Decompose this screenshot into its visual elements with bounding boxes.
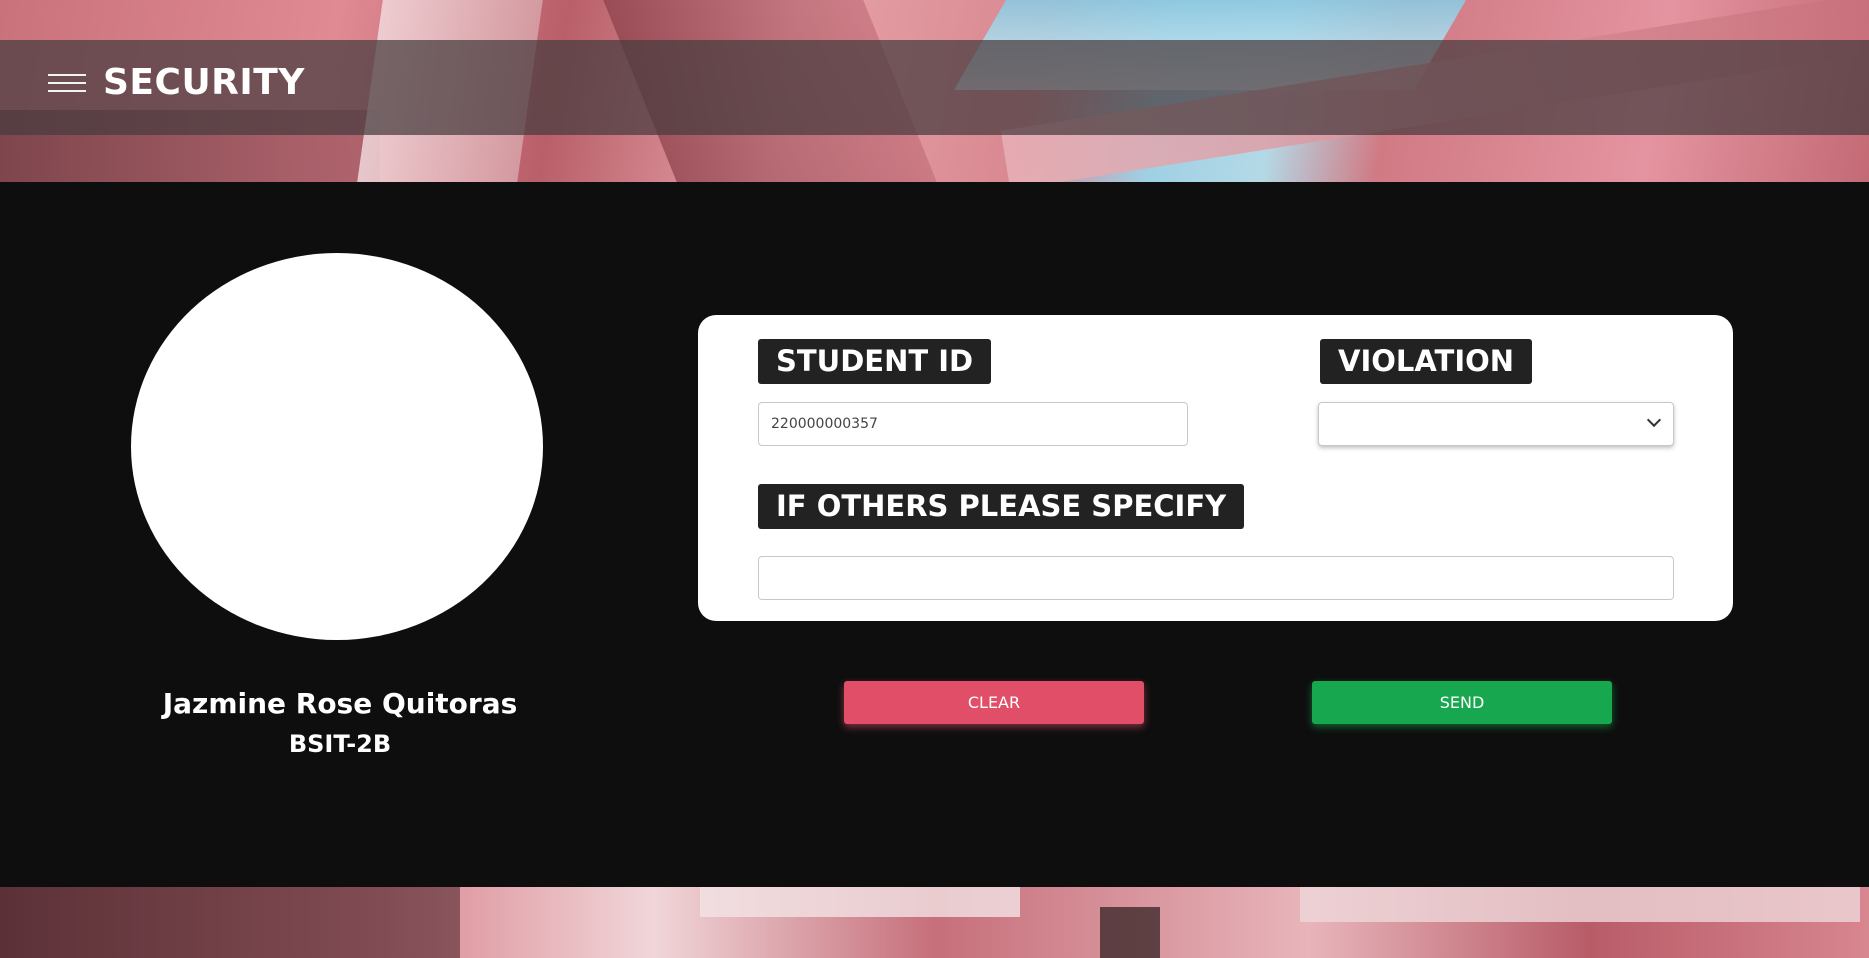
student-id-input[interactable] xyxy=(758,402,1188,446)
hamburger-menu-icon[interactable] xyxy=(48,74,86,98)
background-photo-bottom xyxy=(0,887,1869,958)
clear-button[interactable]: CLEAR xyxy=(844,681,1144,724)
student-avatar xyxy=(131,253,543,640)
violation-select[interactable] xyxy=(1318,402,1674,446)
violation-label: VIOLATION xyxy=(1320,339,1533,384)
page-title: SECURITY xyxy=(103,62,305,103)
student-id-label: STUDENT ID xyxy=(758,339,992,384)
others-specify-label: IF OTHERS PLEASE SPECIFY xyxy=(758,484,1245,529)
chevron-down-icon xyxy=(1646,412,1662,428)
student-section: BSIT-2B xyxy=(288,730,392,758)
others-specify-input[interactable] xyxy=(758,556,1674,600)
student-name: Jazmine Rose Quitoras xyxy=(162,687,518,720)
violation-form-card: STUDENT ID VIOLATION IF OTHERS PLEASE SP… xyxy=(698,315,1733,621)
main-panel: Jazmine Rose Quitoras BSIT-2B STUDENT ID… xyxy=(0,182,1869,887)
send-button[interactable]: SEND xyxy=(1312,681,1612,724)
top-header: SECURITY xyxy=(0,40,1869,135)
